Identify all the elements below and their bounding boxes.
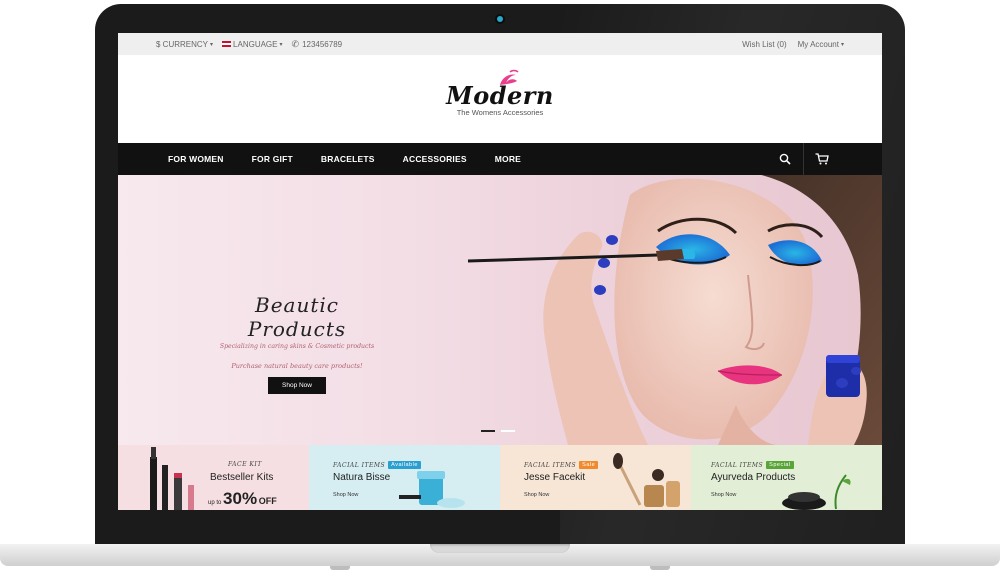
promo-banner-face-kit[interactable]: FACE KIT Bestseller Kits up to 30% OFF <box>118 445 309 510</box>
promo-title: Natura Bisse <box>333 472 391 483</box>
phone-icon: ✆ <box>291 38 300 49</box>
chevron-down-icon: ▾ <box>279 41 283 48</box>
promo-banner-natura-bisse[interactable]: FACIAL ITEMS Available Natura Bisse Shop… <box>309 445 500 510</box>
nav-item-bracelets[interactable]: BRACELETS <box>321 154 375 164</box>
promo-banner-jesse-facekit[interactable]: FACIAL ITEMS Sale Jesse Facekit Shop Now <box>500 445 691 510</box>
hero-shop-now-button[interactable]: Shop Now <box>268 377 326 394</box>
account-label: My Account <box>797 39 839 49</box>
top-bar: $ CURRENCY ▾ LANGUAGE ▾ ✆ 123456789 Wish… <box>118 33 882 55</box>
language-label: LANGUAGE <box>233 39 278 49</box>
nav-divider <box>803 143 804 175</box>
slider-dot-2[interactable] <box>501 430 515 432</box>
nav-item-accessories[interactable]: ACCESSORIES <box>403 154 467 164</box>
promo-offer: up to 30% OFF <box>208 489 277 509</box>
promo-label: FACIAL ITEMS Sale <box>524 461 599 469</box>
currency-label: $ CURRENCY <box>156 39 209 49</box>
logo-tagline: The Womens Accessories <box>456 108 544 117</box>
search-icon[interactable] <box>775 149 795 169</box>
cosmetic-jar-icon <box>399 471 465 508</box>
wishlist-link[interactable]: Wish List (0) <box>742 40 786 49</box>
promo-banners: FACE KIT Bestseller Kits up to 30% OFF F… <box>118 445 882 510</box>
hero-title: Beautic Products <box>247 293 347 341</box>
promo-title: Bestseller Kits <box>210 472 274 483</box>
chevron-down-icon: ▾ <box>210 41 214 48</box>
site-header: Modern The Womens Accessories <box>118 55 882 143</box>
promo-label: FACE KIT <box>228 461 262 468</box>
nav-item-for-gift[interactable]: FOR GIFT <box>252 154 293 164</box>
language-dropdown[interactable]: LANGUAGE ▾ <box>222 39 283 49</box>
laptop-notch <box>430 544 570 553</box>
slider-dot-1[interactable] <box>481 430 495 432</box>
mascara-icon <box>150 447 194 510</box>
chevron-down-icon: ▾ <box>840 41 844 48</box>
spa-stones-icon <box>782 474 851 510</box>
screen: $ CURRENCY ▾ LANGUAGE ▾ ✆ 123456789 Wish… <box>118 33 882 510</box>
promo-title: Jesse Facekit <box>524 472 586 483</box>
hero-slider: Beautic Products Specializing in caring … <box>118 175 882 445</box>
hero-tagline: Purchase natural beauty care products! <box>231 362 363 370</box>
slider-dots <box>481 430 515 432</box>
offer-prefix: up to <box>208 500 222 506</box>
cart-icon[interactable] <box>812 149 832 169</box>
brush-set-icon <box>613 453 680 507</box>
phone-number: 123456789 <box>302 39 343 49</box>
promo-banner-ayurveda[interactable]: FACIAL ITEMS Special Ayurveda Products S… <box>691 445 882 510</box>
nav-item-for-women[interactable]: FOR WOMEN <box>168 154 224 164</box>
camera-dot <box>497 16 503 22</box>
wishlist-label: Wish List (0) <box>742 39 787 49</box>
my-account-dropdown[interactable]: My Account ▾ <box>798 40 844 49</box>
site-logo[interactable]: Modern The Womens Accessories <box>446 69 554 117</box>
promo-shop-now-link[interactable]: Shop Now <box>711 492 736 498</box>
logo-swirl-icon <box>500 69 519 85</box>
currency-dropdown[interactable]: $ CURRENCY ▾ <box>156 40 213 49</box>
offer-percent: 30% <box>223 489 258 508</box>
nav-item-more[interactable]: MORE <box>495 154 521 164</box>
phone-info: ✆ 123456789 <box>292 39 343 50</box>
sale-badge: Sale <box>579 461 599 469</box>
hero-caption: Beautic Products Specializing in caring … <box>214 293 380 394</box>
laptop-foot-left <box>330 566 350 570</box>
hero-model-image <box>467 175 882 445</box>
offer-suffix: OFF <box>258 496 277 506</box>
flag-icon <box>222 41 232 47</box>
hero-subtitle: Specializing in caring skins & Cosmetic … <box>219 343 375 350</box>
promo-shop-now-link[interactable]: Shop Now <box>333 492 358 498</box>
promo-shop-now-link[interactable]: Shop Now <box>524 492 549 498</box>
laptop-foot-right <box>650 566 670 570</box>
main-nav: FOR WOMEN FOR GIFT BRACELETS ACCESSORIES… <box>118 143 882 175</box>
